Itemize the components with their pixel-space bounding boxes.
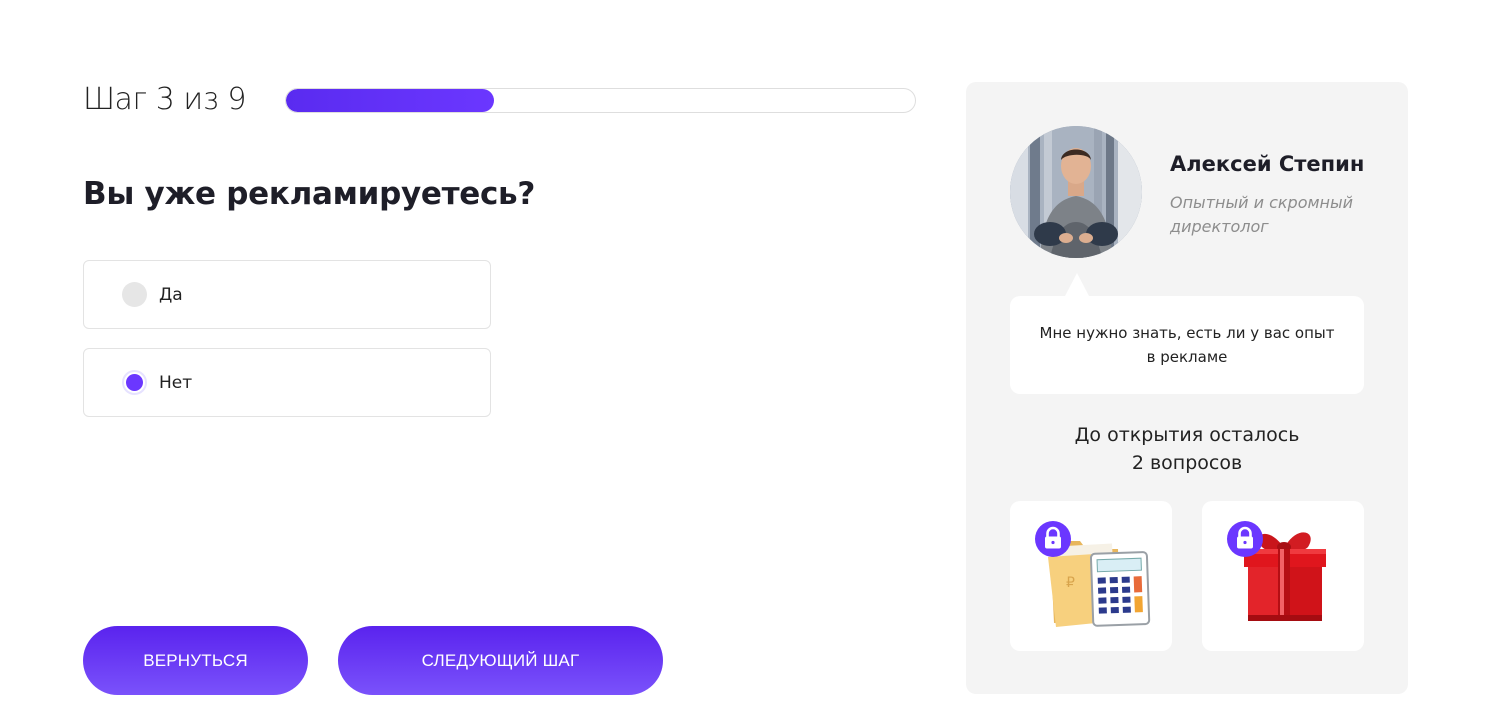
expert-photo — [1010, 126, 1142, 258]
questions-remaining: До открытия осталось 2 вопросов — [966, 421, 1408, 477]
svg-text:₽: ₽ — [1066, 575, 1075, 591]
radio-button-yes[interactable] — [122, 282, 147, 307]
lock-icon — [1035, 521, 1071, 557]
bonus-card-calculator: ₽ — [1010, 501, 1172, 651]
answer-option-yes[interactable]: Да — [83, 260, 491, 329]
radio-button-no[interactable] — [122, 370, 147, 395]
next-step-button[interactable]: СЛЕДУЮЩИЙ ШАГ — [338, 626, 663, 695]
question-title: Вы уже рекламируетесь? — [83, 176, 536, 212]
avatar — [1010, 126, 1142, 258]
answer-option-label: Да — [159, 284, 183, 305]
progress-bar-fill — [286, 89, 494, 112]
speech-bubble-tail — [1065, 273, 1089, 296]
step-counter: Шаг 3 из 9 — [83, 82, 246, 117]
expert-role: Опытный и скромный директолог — [1170, 193, 1354, 236]
questions-remaining-line1: До открытия осталось — [1074, 424, 1300, 446]
speech-bubble: Мне нужно знать, есть ли у вас опыт в ре… — [1010, 296, 1364, 394]
expert-panel: Алексей Степин Опытный и скромный директ… — [966, 82, 1408, 694]
lock-icon — [1227, 521, 1263, 557]
questions-remaining-line2: 2 вопросов — [1131, 452, 1243, 474]
progress-bar — [285, 88, 916, 113]
answer-option-label: Нет — [159, 372, 193, 393]
back-button[interactable]: ВЕРНУТЬСЯ — [83, 626, 308, 695]
expert-message: Мне нужно знать, есть ли у вас опыт в ре… — [1039, 324, 1335, 366]
bonus-card-gift — [1202, 501, 1364, 651]
expert-name: Алексей Степин — [1170, 152, 1365, 176]
answer-option-no[interactable]: Нет — [83, 348, 491, 417]
